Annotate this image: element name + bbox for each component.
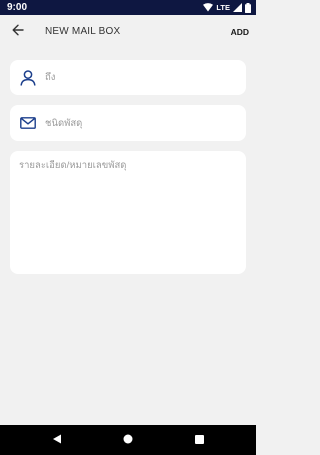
- parcel-type-input[interactable]: [45, 105, 238, 141]
- wifi-icon: [203, 3, 214, 12]
- status-bar: 9:00 LTE: [0, 0, 256, 15]
- nav-home-button[interactable]: [113, 425, 143, 455]
- details-card: [10, 151, 246, 274]
- back-button[interactable]: [6, 20, 30, 44]
- add-button[interactable]: ADD: [231, 15, 249, 49]
- navigation-bar: [0, 425, 256, 455]
- nav-back-icon: [52, 431, 62, 449]
- app-bar: NEW MAIL BOX ADD: [0, 15, 256, 49]
- nav-recents-icon: [194, 431, 204, 449]
- battery-icon: [245, 2, 251, 13]
- recipient-card: [10, 60, 246, 95]
- nav-home-icon: [123, 431, 133, 449]
- nav-recents-button[interactable]: [184, 425, 214, 455]
- status-icons: LTE: [203, 2, 251, 13]
- person-icon: [19, 69, 37, 87]
- signal-icon: [233, 3, 242, 12]
- status-time: 9:00: [7, 2, 28, 13]
- network-type: LTE: [216, 3, 230, 12]
- details-textarea[interactable]: [19, 159, 238, 266]
- mail-icon: [19, 114, 37, 132]
- parcel-type-card: [10, 105, 246, 141]
- arrow-left-icon: [12, 23, 24, 41]
- page-title: NEW MAIL BOX: [45, 26, 121, 37]
- recipient-input[interactable]: [45, 60, 238, 95]
- nav-back-button[interactable]: [42, 425, 72, 455]
